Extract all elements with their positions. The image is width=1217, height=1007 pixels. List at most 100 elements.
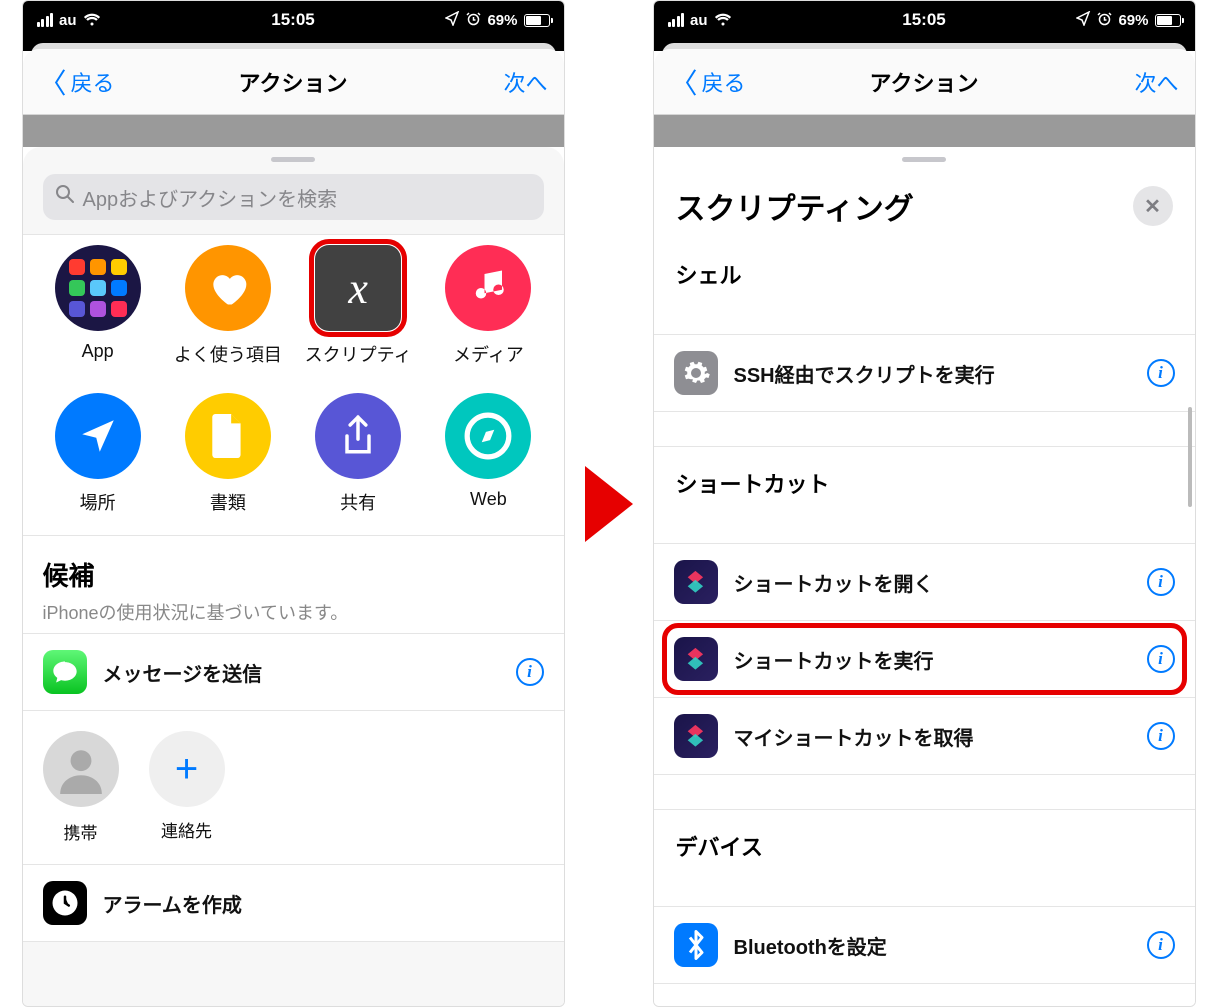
- battery-icon: [1155, 14, 1181, 27]
- status-right: 69%: [1076, 11, 1180, 30]
- category-favorites[interactable]: よく使う項目: [163, 245, 293, 367]
- gray-gap: [654, 115, 1195, 147]
- search-icon: [55, 184, 75, 210]
- nav-bar: 〈 戻る アクション 次へ: [23, 49, 564, 115]
- category-sharing[interactable]: 共有: [293, 393, 423, 515]
- messages-icon: [43, 650, 87, 694]
- row-run-shortcut-label: ショートカットを実行: [734, 645, 934, 674]
- share-icon: [315, 393, 401, 479]
- category-location-label: 場所: [80, 489, 116, 515]
- phone-right: au 15:05 69% 〈 戻る: [653, 0, 1196, 1007]
- row-ssh[interactable]: SSH経由でスクリプトを実行 i: [654, 334, 1195, 412]
- back-label: 戻る: [71, 66, 115, 98]
- category-scripting[interactable]: x スクリプティ: [293, 245, 423, 367]
- apps-icon: [55, 245, 141, 331]
- chevron-left-icon: 〈: [39, 62, 67, 102]
- status-left: au: [37, 12, 101, 29]
- info-button[interactable]: i: [1147, 359, 1175, 387]
- back-button[interactable]: 〈 戻る: [39, 62, 115, 102]
- search-input[interactable]: Appおよびアクションを検索: [43, 174, 544, 220]
- category-web[interactable]: Web: [423, 393, 553, 515]
- wifi-icon: [83, 12, 101, 29]
- shortcuts-app-icon: [674, 637, 718, 681]
- arrow-icon: [585, 466, 633, 542]
- suggestions-header: 候補 iPhoneの使用状況に基づいています。: [23, 536, 564, 634]
- suggestions-subtitle: iPhoneの使用状況に基づいています。: [43, 599, 544, 625]
- contacts-row: 携帯 + 連絡先: [23, 711, 564, 864]
- category-media-label: メディア: [453, 341, 524, 367]
- carrier-label: au: [690, 12, 708, 29]
- clock-icon: [43, 881, 87, 925]
- close-button[interactable]: ✕: [1133, 186, 1173, 226]
- category-scripting-label: スクリプティ: [305, 341, 412, 367]
- alarm-icon: [1097, 11, 1112, 30]
- status-bar: au 15:05 69%: [23, 1, 564, 39]
- nav-bar: 〈 戻る アクション 次へ: [654, 49, 1195, 115]
- category-grid: App よく使う項目 x スクリプティ: [23, 234, 564, 536]
- signal-icon: [37, 13, 54, 27]
- location-icon: [445, 11, 460, 30]
- row-send-message[interactable]: メッセージを送信 i: [23, 634, 564, 711]
- chevron-left-icon: 〈: [670, 62, 698, 102]
- row-get-shortcuts-label: マイショートカットを取得: [734, 722, 974, 751]
- avatar-icon: [43, 731, 119, 807]
- location-icon: [55, 393, 141, 479]
- back-label: 戻る: [702, 66, 746, 98]
- sheet-title: スクリプティング: [676, 184, 914, 228]
- category-web-label: Web: [470, 489, 507, 510]
- back-button[interactable]: 〈 戻る: [670, 62, 746, 102]
- row-get-shortcuts[interactable]: マイショートカットを取得 i: [654, 698, 1195, 775]
- search-placeholder: Appおよびアクションを検索: [83, 183, 338, 212]
- status-bar: au 15:05 69%: [654, 1, 1195, 39]
- carrier-label: au: [59, 12, 77, 29]
- info-button[interactable]: i: [516, 658, 544, 686]
- battery-label: 69%: [487, 12, 517, 29]
- row-open-shortcut-label: ショートカットを開く: [734, 568, 934, 597]
- contact-add[interactable]: + 連絡先: [149, 731, 225, 844]
- phone-left: au 15:05 69% 〈 戻る: [22, 0, 565, 1007]
- scripting-sheet: スクリプティング ✕ シェル SSH経由でスクリプトを実行 i ショートカット: [654, 147, 1195, 1006]
- row-open-shortcut[interactable]: ショートカットを開く i: [654, 543, 1195, 621]
- group-shell: シェル: [654, 238, 1195, 300]
- info-button[interactable]: i: [1147, 568, 1175, 596]
- alarm-icon: [466, 11, 481, 30]
- category-favorites-label: よく使う項目: [174, 341, 282, 367]
- battery-icon: [524, 14, 550, 27]
- info-button[interactable]: i: [1147, 722, 1175, 750]
- grabber[interactable]: [271, 157, 315, 162]
- category-location[interactable]: 場所: [33, 393, 163, 515]
- compass-icon: [445, 393, 531, 479]
- scrollbar[interactable]: [1188, 407, 1192, 507]
- next-button[interactable]: 次へ: [503, 66, 547, 98]
- row-send-message-label: メッセージを送信: [103, 658, 263, 687]
- row-create-alarm[interactable]: アラームを作成: [23, 864, 564, 942]
- category-app[interactable]: App: [33, 245, 163, 367]
- gray-gap: [23, 115, 564, 147]
- shortcuts-app-icon: [674, 560, 718, 604]
- close-icon: ✕: [1144, 194, 1161, 219]
- heart-icon: [185, 245, 271, 331]
- location-icon: [1076, 11, 1091, 30]
- info-button[interactable]: i: [1147, 931, 1175, 959]
- next-button[interactable]: 次へ: [1134, 66, 1178, 98]
- category-media[interactable]: メディア: [423, 245, 553, 367]
- contact-1[interactable]: 携帯: [43, 731, 119, 844]
- row-bluetooth[interactable]: Bluetoothを設定 i: [654, 906, 1195, 984]
- category-app-label: App: [82, 341, 114, 362]
- info-button[interactable]: i: [1147, 645, 1175, 673]
- music-icon: [445, 245, 531, 331]
- scripting-icon: x: [315, 245, 401, 331]
- contact-1-label: 携帯: [64, 817, 98, 844]
- category-documents-label: 書類: [210, 489, 246, 515]
- suggestions-title: 候補: [43, 556, 544, 593]
- row-bluetooth-label: Bluetoothを設定: [734, 931, 887, 960]
- status-right: 69%: [445, 11, 549, 30]
- group-shortcuts: ショートカット: [654, 446, 1195, 509]
- category-documents[interactable]: 書類: [163, 393, 293, 515]
- grabber[interactable]: [902, 157, 946, 162]
- action-sheet: Appおよびアクションを検索 App: [23, 147, 564, 1006]
- category-sharing-label: 共有: [340, 489, 376, 515]
- row-run-shortcut[interactable]: ショートカットを実行 i: [654, 621, 1195, 698]
- sheet-title-row: スクリプティング ✕: [654, 170, 1195, 238]
- wifi-icon: [714, 12, 732, 29]
